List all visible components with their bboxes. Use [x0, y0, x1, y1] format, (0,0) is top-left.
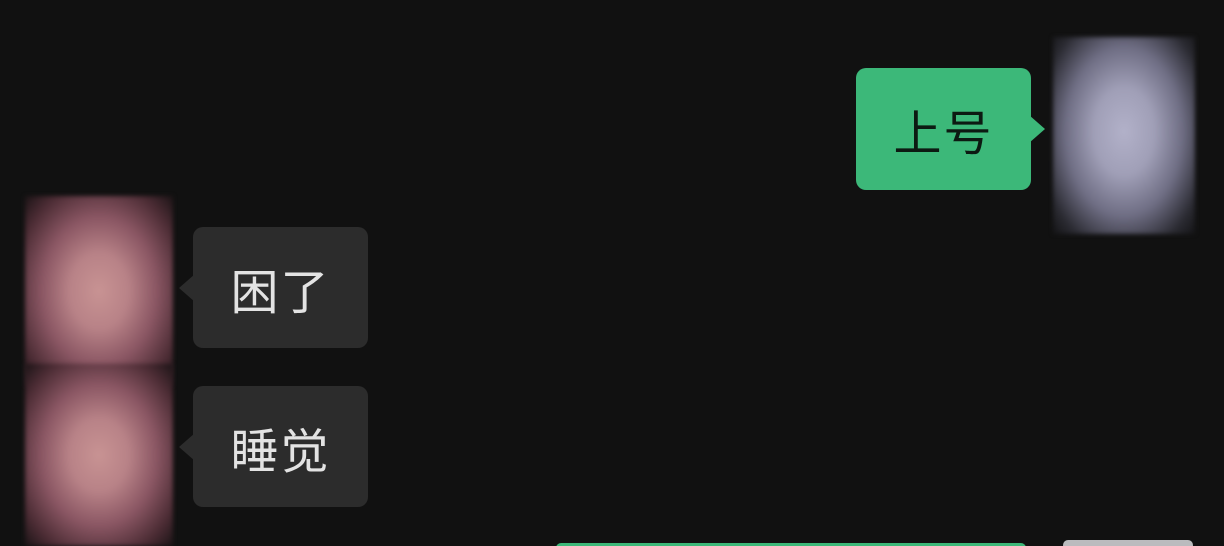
message-bubble-self[interactable]: 上号: [856, 68, 1045, 190]
message-text: 困了: [230, 264, 331, 321]
message-bubble-other[interactable]: 睡觉: [179, 386, 368, 507]
message-bubble-other[interactable]: 困了: [179, 227, 368, 348]
message-text: 睡觉: [230, 423, 331, 480]
self-avatar[interactable]: [1053, 37, 1195, 234]
contact-avatar[interactable]: [25, 364, 173, 546]
contact-avatar[interactable]: [25, 196, 173, 386]
chat-screen: 上号 困了 睡觉: [0, 0, 1224, 546]
message-text: 上号: [893, 106, 994, 162]
self-avatar-partial[interactable]: [1063, 540, 1193, 546]
